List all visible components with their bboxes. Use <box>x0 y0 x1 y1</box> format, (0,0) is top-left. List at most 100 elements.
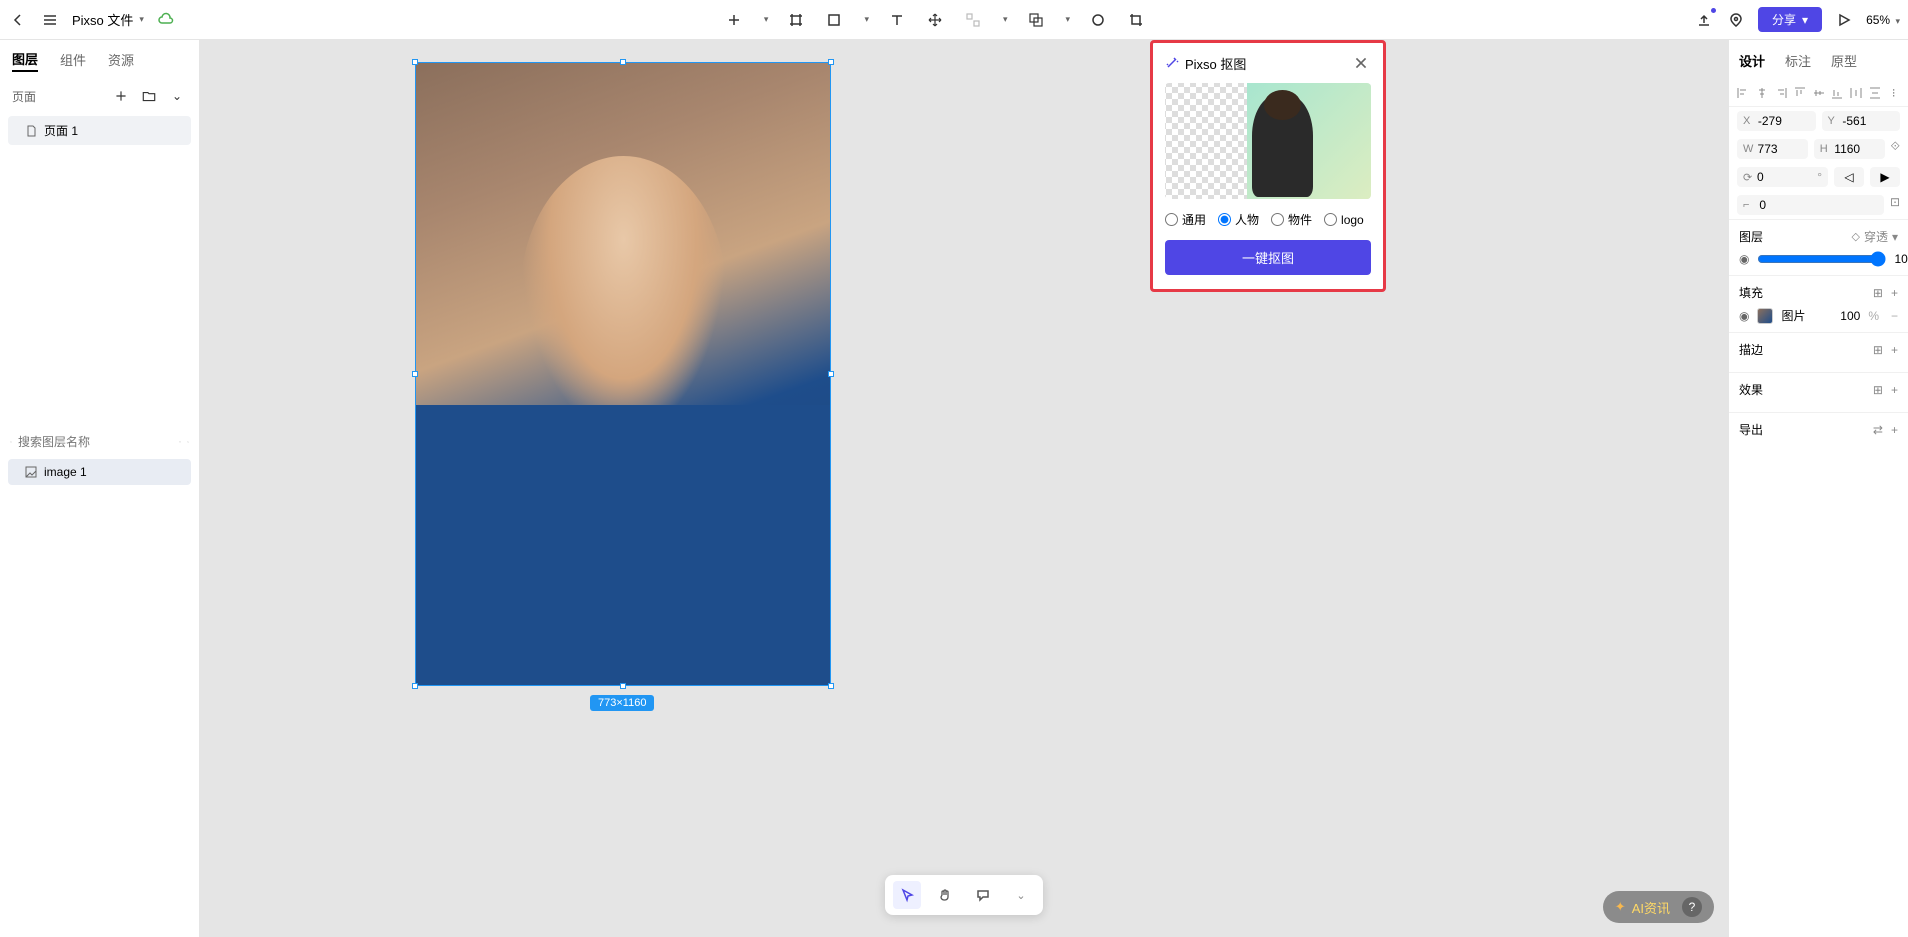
radio-person[interactable]: 人物 <box>1218 211 1259 228</box>
add-stroke-icon[interactable]: + <box>1891 343 1898 357</box>
chevron-down-icon[interactable]: ▾ <box>1066 14 1071 25</box>
flip-h-icon[interactable]: ◁ <box>1844 170 1853 184</box>
chevron-down-icon[interactable]: ▾ <box>764 14 769 25</box>
tab-design[interactable]: 设计 <box>1739 51 1765 70</box>
style-icon[interactable]: ⊞ <box>1873 286 1883 300</box>
left-panel: 图层 组件 资源 页面 ⌄ 页面 1 <box>0 40 200 937</box>
resize-handle[interactable] <box>828 59 834 65</box>
blend-mode-label: 穿透 <box>1864 228 1888 245</box>
align-right-icon[interactable] <box>1773 84 1790 102</box>
move-tool-icon[interactable] <box>925 10 945 30</box>
share-button-label: 分享 <box>1772 11 1796 28</box>
file-name[interactable]: Pixso 文件 ▾ <box>72 10 144 29</box>
align-bottom-icon[interactable] <box>1829 84 1846 102</box>
resize-handle[interactable] <box>412 59 418 65</box>
radio-object[interactable]: 物件 <box>1271 211 1312 228</box>
share-button[interactable]: 分享 ▾ <box>1758 7 1822 32</box>
fill-visibility-icon[interactable]: ◉ <box>1739 309 1749 323</box>
menu-icon[interactable] <box>40 10 60 30</box>
frame-icon[interactable] <box>786 10 806 30</box>
corners-icon[interactable]: ⊡ <box>1890 195 1900 215</box>
cutout-button[interactable]: 一键抠图 <box>1165 240 1371 275</box>
filter-icon[interactable] <box>179 435 181 449</box>
chevron-down-icon[interactable]: ▾ <box>864 14 869 25</box>
resize-handle[interactable] <box>620 59 626 65</box>
boolean-tool-icon[interactable] <box>1026 10 1046 30</box>
settings-icon[interactable] <box>187 435 189 449</box>
align-toolbar: ⁝ <box>1729 80 1908 107</box>
radio-logo[interactable]: logo <box>1324 211 1364 228</box>
folder-icon[interactable] <box>139 86 159 106</box>
add-icon[interactable] <box>724 10 744 30</box>
back-icon[interactable] <box>8 10 28 30</box>
align-more-icon[interactable]: ⁝ <box>1885 84 1902 102</box>
align-vcenter-icon[interactable] <box>1810 84 1827 102</box>
tab-prototype[interactable]: 原型 <box>1831 51 1857 70</box>
opacity-slider[interactable] <box>1757 251 1886 267</box>
cloud-sync-icon[interactable] <box>156 10 176 30</box>
rect-tool-icon[interactable] <box>824 10 844 30</box>
page-item[interactable]: 页面 1 <box>8 116 191 145</box>
opacity-value: 100 <box>1894 252 1908 266</box>
search-input[interactable] <box>18 435 173 449</box>
blend-mode-select[interactable]: ◇ 穿透 ▾ <box>1851 228 1898 245</box>
flip-v-icon[interactable]: ▶ <box>1880 170 1889 184</box>
ellipse-tool-icon[interactable] <box>1088 10 1108 30</box>
align-top-icon[interactable] <box>1791 84 1808 102</box>
play-icon[interactable] <box>1834 10 1854 30</box>
visibility-icon[interactable]: ◉ <box>1739 252 1749 266</box>
align-hcenter-icon[interactable] <box>1754 84 1771 102</box>
more-tools-icon[interactable]: ⌄ <box>1007 881 1035 909</box>
upload-icon[interactable] <box>1694 10 1714 30</box>
resize-handle[interactable] <box>620 683 626 689</box>
resize-handle[interactable] <box>412 371 418 377</box>
canvas[interactable]: 773×1160 ⌄ Pixso 抠图 <box>200 40 1728 937</box>
constrain-icon[interactable]: ⟐ <box>1891 139 1900 159</box>
h-input[interactable] <box>1834 142 1878 156</box>
export-settings-icon[interactable]: ⇄ <box>1873 423 1883 437</box>
add-fill-icon[interactable]: + <box>1891 286 1898 300</box>
resize-handle[interactable] <box>412 683 418 689</box>
tab-annotate[interactable]: 标注 <box>1785 51 1811 70</box>
radius-input[interactable] <box>1759 198 1878 212</box>
remove-fill-icon[interactable]: − <box>1891 309 1898 323</box>
radio-general[interactable]: 通用 <box>1165 211 1206 228</box>
x-input[interactable] <box>1758 114 1810 128</box>
fill-swatch[interactable] <box>1757 308 1773 324</box>
hand-tool-icon[interactable] <box>931 881 959 909</box>
rotation-input[interactable] <box>1757 170 1813 184</box>
layer-item-label: image 1 <box>44 465 87 479</box>
close-icon[interactable] <box>1351 53 1371 73</box>
text-tool-icon[interactable] <box>887 10 907 30</box>
dimension-badge: 773×1160 <box>590 695 654 711</box>
pointer-tool-icon[interactable] <box>893 881 921 909</box>
align-left-icon[interactable] <box>1735 84 1752 102</box>
chevron-down-icon[interactable]: ▾ <box>1003 14 1008 25</box>
resize-handle[interactable] <box>828 683 834 689</box>
search-icon <box>10 435 12 449</box>
add-effect-icon[interactable]: + <box>1891 383 1898 397</box>
add-export-icon[interactable]: + <box>1891 423 1898 437</box>
zoom-level[interactable]: 65% ▾ <box>1866 13 1900 27</box>
crop-tool-icon[interactable] <box>1126 10 1146 30</box>
tab-components[interactable]: 组件 <box>60 50 86 71</box>
layer-item[interactable]: image 1 <box>8 459 191 485</box>
component-tool-icon[interactable] <box>963 10 983 30</box>
comment-tool-icon[interactable] <box>969 881 997 909</box>
chevron-down-icon[interactable]: ⌄ <box>167 86 187 106</box>
w-input[interactable] <box>1758 142 1802 156</box>
watermark: ✦ AI资讯 ? <box>1603 891 1714 923</box>
bottom-toolbar: ⌄ <box>885 875 1043 915</box>
style-icon[interactable]: ⊞ <box>1873 343 1883 357</box>
selection-frame[interactable] <box>415 62 831 686</box>
resize-handle[interactable] <box>828 371 834 377</box>
y-input[interactable] <box>1842 114 1894 128</box>
distribute-v-icon[interactable] <box>1866 84 1883 102</box>
tab-assets[interactable]: 资源 <box>108 50 134 71</box>
distribute-h-icon[interactable] <box>1848 84 1865 102</box>
layer-section-label: 图层 <box>1739 228 1763 245</box>
tab-layers[interactable]: 图层 <box>12 49 38 72</box>
style-icon[interactable]: ⊞ <box>1873 383 1883 397</box>
location-icon[interactable] <box>1726 10 1746 30</box>
add-page-icon[interactable] <box>111 86 131 106</box>
